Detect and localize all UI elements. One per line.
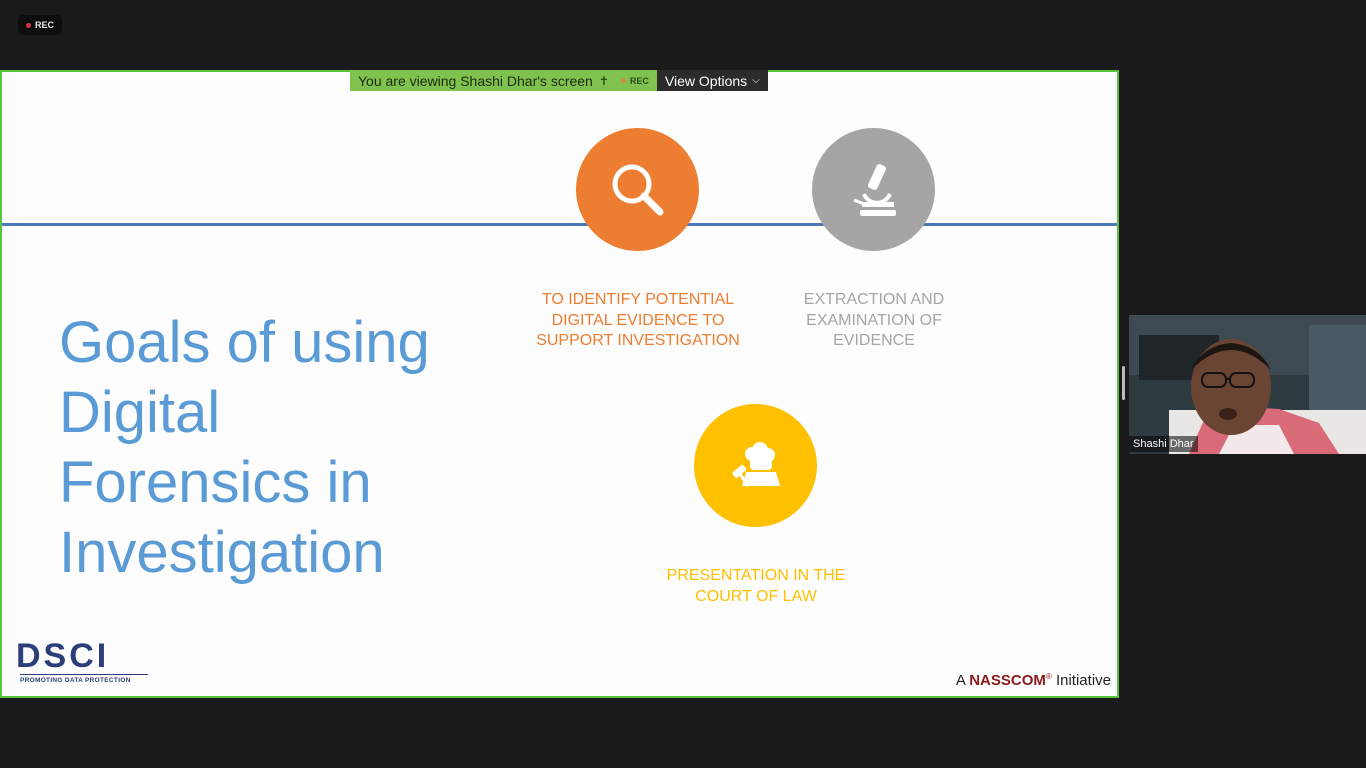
split-drag-handle[interactable] bbox=[1122, 366, 1125, 400]
magnifier-icon bbox=[612, 164, 663, 215]
footer-reg: ® bbox=[1045, 672, 1052, 681]
participant-video[interactable]: Shashi Dhar bbox=[1129, 315, 1366, 454]
slide-accent-line bbox=[2, 223, 1117, 226]
dsci-logo: DSCI PROMOTING DATA PROTECTION bbox=[12, 638, 152, 692]
goal-circle-presentation bbox=[694, 404, 817, 527]
logo-word: DSCI bbox=[16, 637, 110, 675]
goal-circle-identify bbox=[576, 128, 699, 251]
recording-indicator: REC bbox=[18, 15, 62, 35]
recording-label-small: REC bbox=[629, 75, 649, 86]
viewing-status: You are viewing Shashi Dhar's screen ✝ R… bbox=[350, 70, 657, 91]
microscope-icon bbox=[852, 163, 896, 216]
screen-share-bar: You are viewing Shashi Dhar's screen ✝ R… bbox=[350, 70, 768, 91]
participant-name: Shashi Dhar bbox=[1129, 436, 1198, 452]
viewing-text: You are viewing Shashi Dhar's screen bbox=[358, 72, 593, 89]
pin-icon[interactable]: ✝ bbox=[599, 74, 609, 88]
gavel-icon bbox=[732, 441, 780, 487]
goal-text-presentation: PRESENTATION IN THE COURT OF LAW bbox=[666, 567, 846, 605]
nasscom-footer: A NASSCOM® Initiative bbox=[956, 672, 1111, 689]
goal-circle-extraction bbox=[812, 128, 935, 251]
footer-brand: NASSCOM bbox=[969, 672, 1046, 689]
record-dot-icon bbox=[620, 78, 626, 83]
view-options-label: View Options bbox=[664, 72, 748, 89]
goal-text-identify: TO IDENTIFY POTENTIAL DIGITAL EVIDENCE T… bbox=[536, 291, 740, 349]
recording-indicator-small: REC bbox=[620, 75, 649, 86]
goal-text-extraction: EXTRACTION AND EXAMINATION OF EVIDENCE bbox=[803, 291, 945, 349]
shared-screen: Goals of using Digital Forensics in Inve… bbox=[0, 70, 1119, 698]
footer-prefix: A bbox=[955, 672, 966, 689]
video-feed bbox=[1129, 315, 1366, 454]
footer-suffix: Initiative bbox=[1055, 672, 1111, 689]
logo-tagline: PROMOTING DATA PROTECTION bbox=[20, 674, 148, 684]
record-dot-icon bbox=[25, 22, 31, 28]
chevron-down-icon: ⌵ bbox=[752, 75, 760, 86]
view-options-button[interactable]: View Options ⌵ bbox=[656, 70, 768, 91]
recording-label: REC bbox=[34, 20, 54, 30]
slide-title: Goals of using Digital Forensics in Inve… bbox=[59, 310, 430, 585]
